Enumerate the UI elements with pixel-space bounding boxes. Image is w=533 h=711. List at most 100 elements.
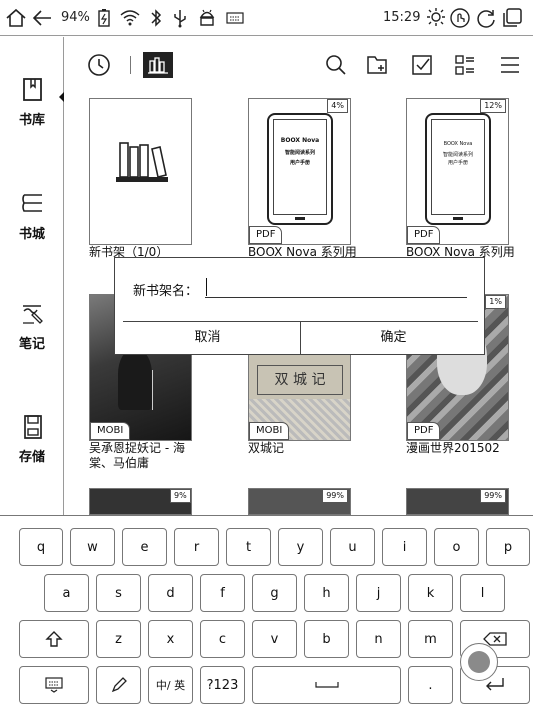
keyboard-hide-icon (45, 677, 63, 693)
key-f[interactable]: f (200, 574, 245, 612)
key-b[interactable]: b (304, 620, 349, 658)
key-u[interactable]: u (330, 528, 375, 566)
key-h[interactable]: h (304, 574, 349, 612)
key-s[interactable]: s (96, 574, 141, 612)
key-e[interactable]: e (122, 528, 167, 566)
format-badge: PDF (407, 422, 441, 440)
format-badge: MOBI (249, 422, 290, 440)
shift-key[interactable] (19, 620, 89, 658)
book-cover-new-shelf[interactable] (89, 98, 192, 245)
book-cover-row3-1[interactable]: 9% (89, 488, 192, 515)
handwriting-key[interactable] (96, 666, 141, 704)
book-cover-row3-3[interactable]: 99% (406, 488, 509, 515)
refresh-icon[interactable] (474, 6, 498, 30)
status-bar: 94% 15:29 (0, 0, 533, 36)
device-illustration: BOOX Nova 智能阅读系列 用户手册 (267, 113, 333, 225)
sidebar-item-notes[interactable]: 笔记 (0, 301, 64, 371)
format-badge: PDF (407, 226, 441, 244)
key-r[interactable]: r (174, 528, 219, 566)
space-icon (314, 682, 339, 688)
sidebar-item-library[interactable]: 书库 (0, 77, 64, 147)
key-t[interactable]: t (226, 528, 271, 566)
book-title[interactable]: 吴承恩捉妖记 - 海棠、马伯庸 (89, 441, 207, 471)
list-view-icon[interactable] (452, 52, 478, 78)
bookshelf-icon (116, 142, 168, 182)
frontlight-icon[interactable] (424, 6, 448, 30)
key-i[interactable]: i (382, 528, 427, 566)
new-shelf-icon[interactable] (364, 52, 390, 78)
key-x[interactable]: x (148, 620, 193, 658)
bookstore-icon (22, 194, 42, 212)
confirm-button[interactable]: 确定 (301, 322, 486, 354)
key-z[interactable]: z (96, 620, 141, 658)
shelf-name-input[interactable] (205, 278, 467, 298)
symbols-key[interactable]: ?123 (200, 666, 245, 704)
text-caret (206, 278, 207, 296)
clock: 15:29 (383, 10, 421, 25)
period-key[interactable]: . (408, 666, 453, 704)
key-d[interactable]: d (148, 574, 193, 612)
device-illustration: BOOX Nova 智能阅读系列 用户手册 (425, 113, 491, 225)
key-p[interactable]: p (486, 528, 530, 566)
toolbar-divider (130, 56, 131, 74)
notes-pen-icon (23, 305, 43, 324)
language-switch-key[interactable]: 中/ 英 (148, 666, 193, 704)
key-q[interactable]: q (19, 528, 63, 566)
keyboard-status-icon (223, 6, 247, 30)
progress-badge: 1% (485, 295, 506, 309)
key-a[interactable]: a (44, 574, 89, 612)
menu-icon[interactable] (497, 52, 523, 78)
active-indicator (59, 92, 64, 102)
usb-icon (168, 6, 192, 30)
key-j[interactable]: j (356, 574, 401, 612)
space-key[interactable] (252, 666, 401, 704)
key-l[interactable]: l (460, 574, 505, 612)
floating-ball-dot (468, 651, 490, 673)
book-cover-boox-nova-2[interactable]: BOOX Nova 智能阅读系列 用户手册 12% PDF (406, 98, 509, 245)
library-icon (23, 78, 42, 101)
pen-icon (111, 677, 127, 693)
key-o[interactable]: o (434, 528, 479, 566)
key-n[interactable]: n (356, 620, 401, 658)
key-g[interactable]: g (252, 574, 297, 612)
key-c[interactable]: c (200, 620, 245, 658)
book-cover-boox-nova-1[interactable]: BOOX Nova 智能阅读系列 用户手册 4% PDF (248, 98, 351, 245)
bluetooth-icon (144, 6, 168, 30)
book-title[interactable]: 漫画世界201502 (406, 441, 524, 456)
cancel-button[interactable]: 取消 (115, 322, 300, 354)
key-k[interactable]: k (408, 574, 453, 612)
sidebar-item-store[interactable]: 书城 (0, 191, 64, 261)
sidebar-item-storage[interactable]: 存储 (0, 414, 64, 484)
recent-apps-icon[interactable] (500, 6, 524, 30)
format-badge: MOBI (90, 422, 131, 440)
keyboard-hide-key[interactable] (19, 666, 89, 704)
sidebar-label-notes: 笔记 (18, 337, 45, 352)
key-w[interactable]: w (70, 528, 115, 566)
sidebar-label-storage: 存储 (18, 450, 45, 465)
key-y[interactable]: y (278, 528, 323, 566)
shelf-view-icon[interactable] (143, 52, 173, 78)
battery-icon (92, 6, 116, 30)
progress-badge: 12% (480, 99, 506, 113)
progress-badge: 99% (480, 489, 506, 503)
multi-select-icon[interactable] (409, 52, 435, 78)
shelf-name-label: 新书架名： (133, 284, 199, 299)
touch-icon[interactable] (448, 6, 472, 30)
home-icon[interactable] (4, 6, 28, 30)
recent-clock-icon[interactable] (86, 52, 112, 78)
format-badge: PDF (249, 226, 283, 244)
new-shelf-dialog: 新书架名： 取消 确定 (114, 257, 485, 355)
search-icon[interactable] (323, 52, 349, 78)
key-v[interactable]: v (252, 620, 297, 658)
shift-icon (45, 631, 63, 647)
wifi-icon (118, 6, 142, 30)
key-m[interactable]: m (408, 620, 453, 658)
book-cover-row3-2[interactable]: 99% (248, 488, 351, 515)
storage-sd-icon (24, 415, 42, 439)
book-title[interactable]: 双城记 (248, 441, 366, 456)
sidebar-label-store: 书城 (18, 227, 45, 242)
progress-badge: 99% (322, 489, 348, 503)
back-arrow-icon[interactable] (30, 6, 54, 30)
sidebar: 书库 书城 笔记 存储 (0, 37, 64, 515)
floating-nav-ball[interactable] (460, 643, 498, 681)
